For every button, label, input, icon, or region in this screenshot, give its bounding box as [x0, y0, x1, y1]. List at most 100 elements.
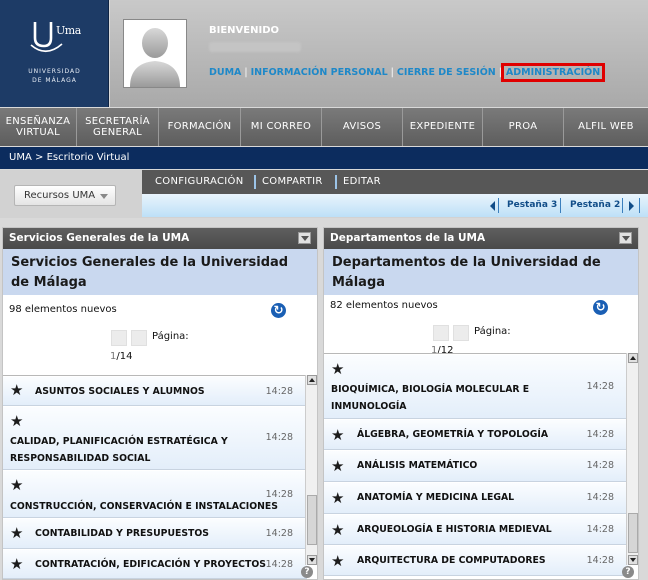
- portlet-meta: 98 elementos nuevos ↻ Página: 1/14: [3, 295, 317, 379]
- nav-item-label: EXPEDIENTE: [409, 121, 476, 132]
- item-name[interactable]: ARQUEOLOGÍA E HISTORIA MEDIEVAL: [357, 521, 552, 538]
- scrollbar[interactable]: [626, 353, 638, 565]
- refresh-icon[interactable]: ↻: [593, 300, 608, 315]
- tab-scroll-right-icon[interactable]: [629, 201, 634, 211]
- nav-item-secretaria-general[interactable]: SECRETARÍA GENERAL: [77, 108, 159, 146]
- star-icon: ★: [331, 489, 345, 507]
- item-time: 14:28: [586, 460, 614, 471]
- portlet-heading: Departamentos de la Universidad de Málag…: [324, 249, 638, 295]
- logo-line-1: UNIVERSIDAD: [28, 68, 81, 75]
- desktop-actions: CONFIGURACIÓN COMPARTIR EDITAR: [142, 170, 648, 194]
- list-item[interactable]: ★ ARQUITECTURA DE COMPUTADORES 14:28: [324, 545, 628, 576]
- action-separator: [254, 175, 256, 189]
- star-icon: ★: [10, 555, 24, 573]
- help-icon[interactable]: ?: [622, 566, 634, 578]
- refresh-icon[interactable]: ↻: [271, 303, 286, 318]
- next-page-button[interactable]: [131, 330, 147, 346]
- nav-item-ensenanza-virtual[interactable]: ENSEÑANZA VIRTUAL: [0, 108, 77, 146]
- nav-item-formacion[interactable]: FORMACIÓN: [159, 108, 241, 146]
- nav-item-expediente[interactable]: EXPEDIENTE: [403, 108, 483, 146]
- star-icon: ★: [10, 381, 24, 399]
- duma-link[interactable]: DUMA: [209, 67, 241, 78]
- tab-scroll-left-icon[interactable]: [490, 201, 495, 211]
- item-name[interactable]: ASUNTOS SOCIALES Y ALUMNOS: [35, 383, 205, 400]
- item-name[interactable]: CONSTRUCCIÓN, CONSERVACIÓN E INSTALACION…: [10, 498, 278, 515]
- item-time: 14:28: [586, 492, 614, 503]
- item-time: 14:28: [265, 386, 293, 397]
- username-redacted: [209, 42, 301, 52]
- nav-item-label: ALFIL WEB: [578, 121, 634, 132]
- item-time: 14:28: [586, 429, 614, 440]
- tab-separator: [498, 198, 499, 213]
- list-item[interactable]: ★ CONTRATACIÓN, EDIFICACIÓN Y PROYECTOS …: [3, 549, 307, 579]
- list-item[interactable]: ★ ARQUEOLOGÍA E HISTORIA MEDIEVAL 14:28: [324, 514, 628, 545]
- item-name[interactable]: ANATOMÍA Y MEDICINA LEGAL: [357, 489, 514, 506]
- list-item[interactable]: ★ ASUNTOS SOCIALES Y ALUMNOS 14:28: [3, 376, 307, 406]
- welcome-label: BIENVENIDO: [209, 25, 280, 36]
- user-header: BIENVENIDO DUMA | INFORMACIÓN PERSONAL | CIE…: [110, 0, 648, 107]
- scroll-up-icon[interactable]: [307, 375, 317, 385]
- new-items-count: 82 elementos nuevos: [330, 300, 438, 311]
- portlet-collapse-icon[interactable]: [298, 232, 311, 244]
- breadcrumb-separator: >: [34, 152, 44, 163]
- item-name[interactable]: ÁLGEBRA, GEOMETRÍA Y TOPOLOGÍA: [357, 426, 548, 443]
- prev-page-button[interactable]: [111, 330, 127, 346]
- scroll-up-icon[interactable]: [628, 353, 638, 363]
- star-icon: ★: [331, 360, 345, 378]
- item-name[interactable]: ARQUITECTURA DE COMPUTADORES: [357, 552, 546, 569]
- star-icon: ★: [10, 524, 24, 542]
- item-name[interactable]: ANÁLISIS MATEMÁTICO: [357, 457, 477, 474]
- link-separator: |: [390, 67, 394, 78]
- item-time: 14:28: [586, 381, 614, 392]
- breadcrumb-root[interactable]: UMA: [9, 152, 32, 163]
- tab-pestana-3[interactable]: Pestaña 3: [507, 200, 557, 210]
- scroll-down-icon[interactable]: [628, 555, 638, 565]
- scroll-thumb[interactable]: [307, 495, 317, 545]
- share-button[interactable]: COMPARTIR: [262, 176, 323, 187]
- administration-link[interactable]: ADMINISTRACIÓN: [500, 63, 606, 82]
- tab-pestana-2[interactable]: Pestaña 2: [570, 200, 620, 210]
- prev-page-button[interactable]: [433, 325, 449, 341]
- scroll-down-icon[interactable]: [307, 555, 317, 565]
- next-page-button[interactable]: [453, 325, 469, 341]
- list-item[interactable]: ★ CONSTRUCCIÓN, CONSERVACIÓN E INSTALACI…: [3, 470, 307, 518]
- list-item[interactable]: ★ CONTABILIDAD Y PRESUPUESTOS 14:28: [3, 518, 307, 549]
- logo-wordmark: Uma: [56, 24, 81, 37]
- page-label: Página:: [152, 331, 189, 342]
- portlet-heading: Servicios Generales de la Universidad de…: [3, 249, 317, 295]
- scroll-thumb[interactable]: [628, 513, 638, 553]
- user-links: DUMA | INFORMACIÓN PERSONAL | CIERRE DE SESI…: [209, 63, 606, 82]
- item-time: 14:28: [265, 489, 293, 500]
- logout-link[interactable]: CIERRE DE SESIÓN: [397, 67, 496, 78]
- scrollbar[interactable]: [305, 375, 317, 565]
- logo-line-2: DE MÁLAGA: [32, 77, 77, 84]
- services-portlet: Servicios Generales de la UMA Servicios …: [2, 227, 318, 580]
- nav-item-label: ENSEÑANZA VIRTUAL: [5, 116, 71, 138]
- nav-item-mi-correo[interactable]: MI CORREO: [241, 108, 322, 146]
- university-logo[interactable]: Uma UNIVERSIDAD DE MÁLAGA: [0, 0, 109, 107]
- nav-item-label: MI CORREO: [250, 121, 312, 132]
- item-name[interactable]: BIOQUÍMICA, BIOLOGÍA MOLECULAR E INMUNOL…: [331, 381, 551, 415]
- list-item[interactable]: ★ CALIDAD, PLANIFICACIÓN ESTRATÉGICA Y R…: [3, 406, 307, 470]
- help-icon[interactable]: ?: [301, 566, 313, 578]
- nav-item-proa[interactable]: PROA: [483, 108, 564, 146]
- personal-info-link[interactable]: INFORMACIÓN PERSONAL: [251, 67, 388, 78]
- edit-button[interactable]: EDITAR: [343, 176, 381, 187]
- list-item[interactable]: ★ ANATOMÍA Y MEDICINA LEGAL 14:28: [324, 482, 628, 514]
- list-item[interactable]: ★ ÁLGEBRA, GEOMETRÍA Y TOPOLOGÍA 14:28: [324, 419, 628, 450]
- tab-separator: [560, 198, 561, 213]
- nav-item-alfil-web[interactable]: ALFIL WEB: [564, 108, 648, 146]
- item-name[interactable]: CONTRATACIÓN, EDIFICACIÓN Y PROYECTOS: [35, 556, 266, 573]
- portlet-collapse-icon[interactable]: [619, 232, 632, 244]
- item-name[interactable]: CALIDAD, PLANIFICACIÓN ESTRATÉGICA Y RES…: [10, 433, 250, 467]
- item-time: 14:28: [265, 559, 293, 570]
- tab-separator: [639, 198, 640, 213]
- nav-item-avisos[interactable]: AVISOS: [322, 108, 403, 146]
- configuration-button[interactable]: CONFIGURACIÓN: [155, 176, 244, 187]
- item-name[interactable]: CONTABILIDAD Y PRESUPUESTOS: [35, 525, 209, 542]
- resources-dropdown[interactable]: Recursos UMA: [14, 185, 116, 206]
- nav-item-label: AVISOS: [342, 121, 382, 132]
- list-item[interactable]: ★ BIOQUÍMICA, BIOLOGÍA MOLECULAR E INMUN…: [324, 354, 628, 419]
- list-item[interactable]: ★ ANÁLISIS MATEMÁTICO 14:28: [324, 450, 628, 482]
- page-total: /14: [116, 351, 133, 362]
